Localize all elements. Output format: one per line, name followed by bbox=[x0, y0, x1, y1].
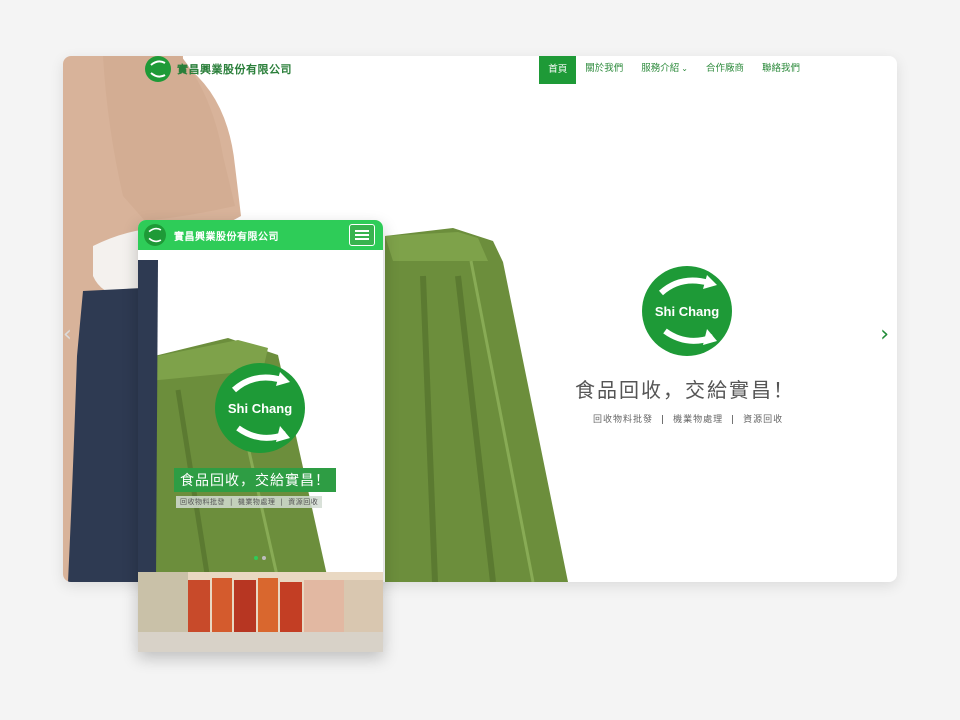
sub-item: 資源回收 bbox=[743, 415, 784, 425]
company-name: 實昌興業股份有限公司 bbox=[177, 63, 292, 76]
shi-chang-logo: Shi Chang bbox=[642, 266, 732, 356]
separator: | bbox=[280, 498, 284, 506]
brand[interactable]: 實昌興業股份有限公司 bbox=[145, 56, 292, 82]
menu-contact[interactable]: 聯絡我們 bbox=[753, 56, 809, 82]
company-name: 實昌興業股份有限公司 bbox=[174, 231, 279, 243]
slide-dot[interactable] bbox=[254, 556, 258, 560]
mobile-hero-sub-items: 回收物料批發 | 機業物處理 | 資源回收 bbox=[176, 496, 323, 508]
sub-item: 機業物處理 bbox=[237, 498, 276, 506]
mobile-navbar: 實昌興業股份有限公司 bbox=[138, 220, 383, 250]
menu-partners[interactable]: 合作廠商 bbox=[697, 56, 753, 82]
svg-text:Shi Chang: Shi Chang bbox=[655, 304, 719, 319]
brand-logo-icon[interactable] bbox=[144, 224, 166, 246]
sub-item: 資源回收 bbox=[288, 498, 319, 506]
slider-dots bbox=[254, 556, 266, 560]
shi-chang-logo: Shi Chang bbox=[215, 363, 305, 453]
menu-about[interactable]: 關於我們 bbox=[576, 56, 632, 82]
mobile-hero-tagline: 食品回收，交給實昌！ bbox=[174, 468, 336, 492]
menu-line-icon bbox=[355, 234, 369, 236]
desktop-navbar: 實昌興業股份有限公司 首頁 關於我們 服務介紹 ⌄ 合作廠商 聯絡我們 bbox=[63, 56, 897, 84]
mobile-hero-image: Shi Chang bbox=[138, 260, 383, 652]
hero-sub-items: 回收物料批發 | 機業物處理 | 資源回收 bbox=[593, 412, 783, 425]
main-menu: 首頁 關於我們 服務介紹 ⌄ 合作廠商 聯絡我們 bbox=[539, 56, 809, 84]
chevron-down-icon: ⌄ bbox=[681, 64, 688, 73]
sub-item: 回收物料批發 bbox=[180, 498, 225, 506]
separator: | bbox=[661, 415, 666, 425]
menu-home[interactable]: 首頁 bbox=[539, 56, 577, 84]
chevron-left-icon[interactable]: ‹ bbox=[63, 322, 72, 347]
menu-services[interactable]: 服務介紹 ⌄ bbox=[632, 56, 697, 82]
separator: | bbox=[230, 498, 233, 506]
hamburger-menu-button[interactable] bbox=[349, 224, 375, 246]
chevron-right-icon[interactable]: › bbox=[880, 322, 889, 347]
sub-item: 回收物料批發 bbox=[593, 415, 654, 425]
hero-tagline: 食品回收，交給實昌！ bbox=[575, 378, 795, 402]
menu-line-icon bbox=[355, 230, 369, 232]
separator: | bbox=[731, 415, 736, 425]
sub-item: 機業物處理 bbox=[673, 415, 724, 425]
slide-dot[interactable] bbox=[262, 556, 266, 560]
brand-logo-icon bbox=[145, 56, 171, 82]
svg-text:Shi Chang: Shi Chang bbox=[228, 401, 292, 416]
mobile-mockup: Shi Chang 實昌興業股份有限公司 食品回收，交給實昌！ 回收物料批發 | 機… bbox=[138, 220, 383, 652]
menu-line-icon bbox=[355, 238, 369, 240]
